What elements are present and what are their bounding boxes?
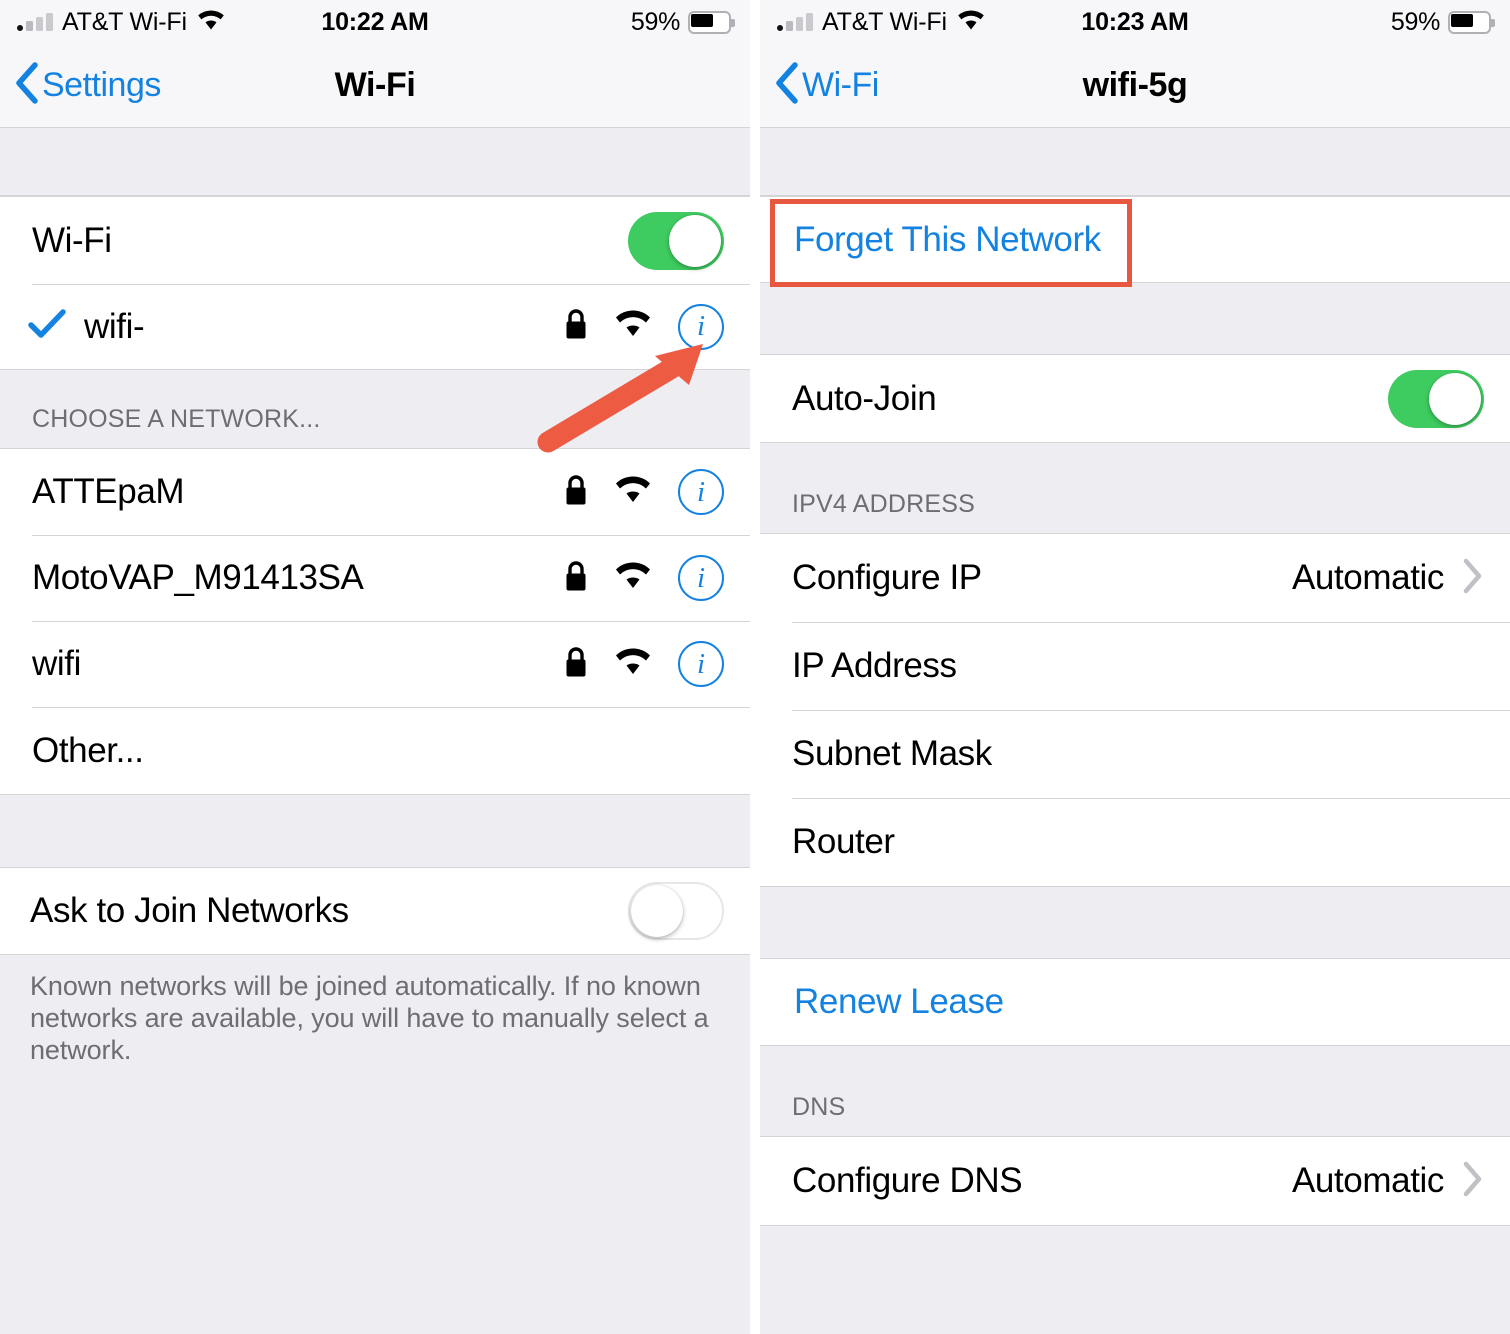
configure-ip-label: Configure IP [792, 558, 982, 597]
configure-ip-value: Automatic [1291, 558, 1444, 597]
wifi-signal-icon [614, 561, 652, 595]
lock-icon [564, 474, 588, 511]
wifi-toggle-label: Wi-Fi [32, 220, 112, 260]
network-name: ATTEpaM [32, 472, 185, 511]
network-detail-screen: AT&T Wi-Fi 10:23 AM 59% Wi-Fi wifi-5g Fo… [760, 0, 1510, 1334]
subnet-mask-label: Subnet Mask [792, 734, 992, 773]
section-gap-top [760, 128, 1510, 196]
panel-divider [750, 0, 760, 1334]
wifi-settings-screen: AT&T Wi-Fi 10:22 AM 59% Settings Wi-Fi W… [0, 0, 750, 1334]
router-row[interactable]: Router [760, 798, 1510, 886]
section-gap-top [0, 128, 750, 196]
ask-to-join-toggle[interactable] [628, 882, 724, 940]
section-gap [760, 887, 1510, 959]
ipv4-section-header: IPV4 ADDRESS [760, 443, 1510, 533]
info-circle-icon[interactable]: i [678, 641, 724, 687]
clock: 10:22 AM [321, 7, 429, 36]
back-button-settings[interactable]: Settings [0, 61, 161, 110]
network-row-attepam[interactable]: ATTEpaM i [0, 449, 750, 535]
status-bar: AT&T Wi-Fi 10:22 AM 59% [0, 0, 750, 44]
forget-network-row[interactable]: Forget This Network [760, 197, 1510, 282]
section-gap [760, 283, 1510, 355]
wifi-group: Wi-Fi wifi- i [0, 196, 750, 370]
auto-join-toggle[interactable] [1388, 369, 1484, 428]
configure-ip-row[interactable]: Configure IP Automatic [760, 534, 1510, 622]
forget-network-group: Forget This Network [760, 196, 1510, 283]
battery-icon [1448, 10, 1495, 34]
lock-icon [564, 308, 588, 345]
row-accessories: i [564, 303, 724, 350]
lock-icon [564, 560, 588, 597]
lock-icon [564, 646, 588, 683]
ipv4-group: Configure IP Automatic IP Address Subnet… [760, 533, 1510, 887]
back-button-label: Settings [42, 66, 161, 104]
subnet-mask-row[interactable]: Subnet Mask [760, 710, 1510, 798]
ask-to-join-group: Ask to Join Networks [0, 868, 750, 955]
back-button-label: Wi-Fi [802, 66, 879, 104]
ip-address-row[interactable]: IP Address [760, 622, 1510, 710]
ask-to-join-row[interactable]: Ask to Join Networks [0, 868, 750, 954]
info-circle-icon[interactable]: i [678, 469, 724, 515]
two-phone-screenshots: AT&T Wi-Fi 10:22 AM 59% Settings Wi-Fi W… [0, 0, 1510, 1334]
renew-lease-label: Renew Lease [794, 982, 1004, 1021]
connected-network-row[interactable]: wifi- i [0, 284, 750, 369]
wifi-signal-icon [614, 647, 652, 681]
dns-group: Configure DNS Automatic [760, 1136, 1510, 1226]
checkmark-icon [28, 309, 66, 344]
network-row-wifi[interactable]: wifi i [0, 621, 750, 707]
wifi-signal-icon [614, 310, 652, 343]
router-label: Router [792, 822, 895, 861]
status-bar: AT&T Wi-Fi 10:23 AM 59% [760, 0, 1510, 44]
configure-dns-row[interactable]: Configure DNS Automatic [760, 1137, 1510, 1225]
network-row-other[interactable]: Other... [0, 707, 750, 794]
navigation-bar: Settings Wi-Fi [0, 44, 750, 128]
chevron-right-icon [1462, 558, 1484, 599]
wifi-signal-icon [614, 475, 652, 509]
network-name: Other... [32, 730, 144, 770]
back-button-wifi[interactable]: Wi-Fi [760, 61, 879, 110]
dns-section-header: DNS [760, 1046, 1510, 1136]
network-name: wifi [32, 644, 81, 683]
choose-network-header: CHOOSE A NETWORK... [0, 370, 750, 448]
forget-network-label: Forget This Network [794, 219, 1101, 259]
ask-to-join-label: Ask to Join Networks [30, 891, 349, 930]
row-accessories: i [564, 555, 724, 601]
chevron-left-icon [774, 61, 800, 110]
navigation-bar: Wi-Fi wifi-5g [760, 44, 1510, 128]
wifi-toggle[interactable] [628, 211, 724, 270]
chevron-left-icon [14, 61, 40, 110]
battery-icon [688, 10, 735, 34]
configure-dns-value: Automatic [1291, 1161, 1444, 1200]
network-row-motovap[interactable]: MotoVAP_M91413SA i [0, 535, 750, 621]
available-networks-group: ATTEpaM i MotoVAP_M91413SA i wifi i Othe… [0, 448, 750, 795]
clock: 10:23 AM [1081, 7, 1189, 36]
connected-network-name: wifi- [84, 306, 145, 346]
renew-lease-row[interactable]: Renew Lease [760, 959, 1510, 1045]
info-circle-icon[interactable]: i [678, 303, 724, 350]
auto-join-label: Auto-Join [792, 378, 937, 418]
configure-dns-label: Configure DNS [792, 1161, 1023, 1200]
wifi-toggle-row[interactable]: Wi-Fi [0, 197, 750, 284]
ask-to-join-footnote: Known networks will be joined automatica… [0, 955, 750, 1067]
network-name: MotoVAP_M91413SA [32, 558, 364, 597]
auto-join-row[interactable]: Auto-Join [760, 355, 1510, 442]
row-accessories: i [564, 469, 724, 515]
info-circle-icon[interactable]: i [678, 555, 724, 601]
section-gap-middle [0, 795, 750, 868]
chevron-right-icon [1462, 1161, 1484, 1202]
row-accessories: i [564, 641, 724, 687]
ip-address-label: IP Address [792, 646, 957, 685]
auto-join-group: Auto-Join [760, 355, 1510, 443]
renew-lease-group: Renew Lease [760, 959, 1510, 1046]
